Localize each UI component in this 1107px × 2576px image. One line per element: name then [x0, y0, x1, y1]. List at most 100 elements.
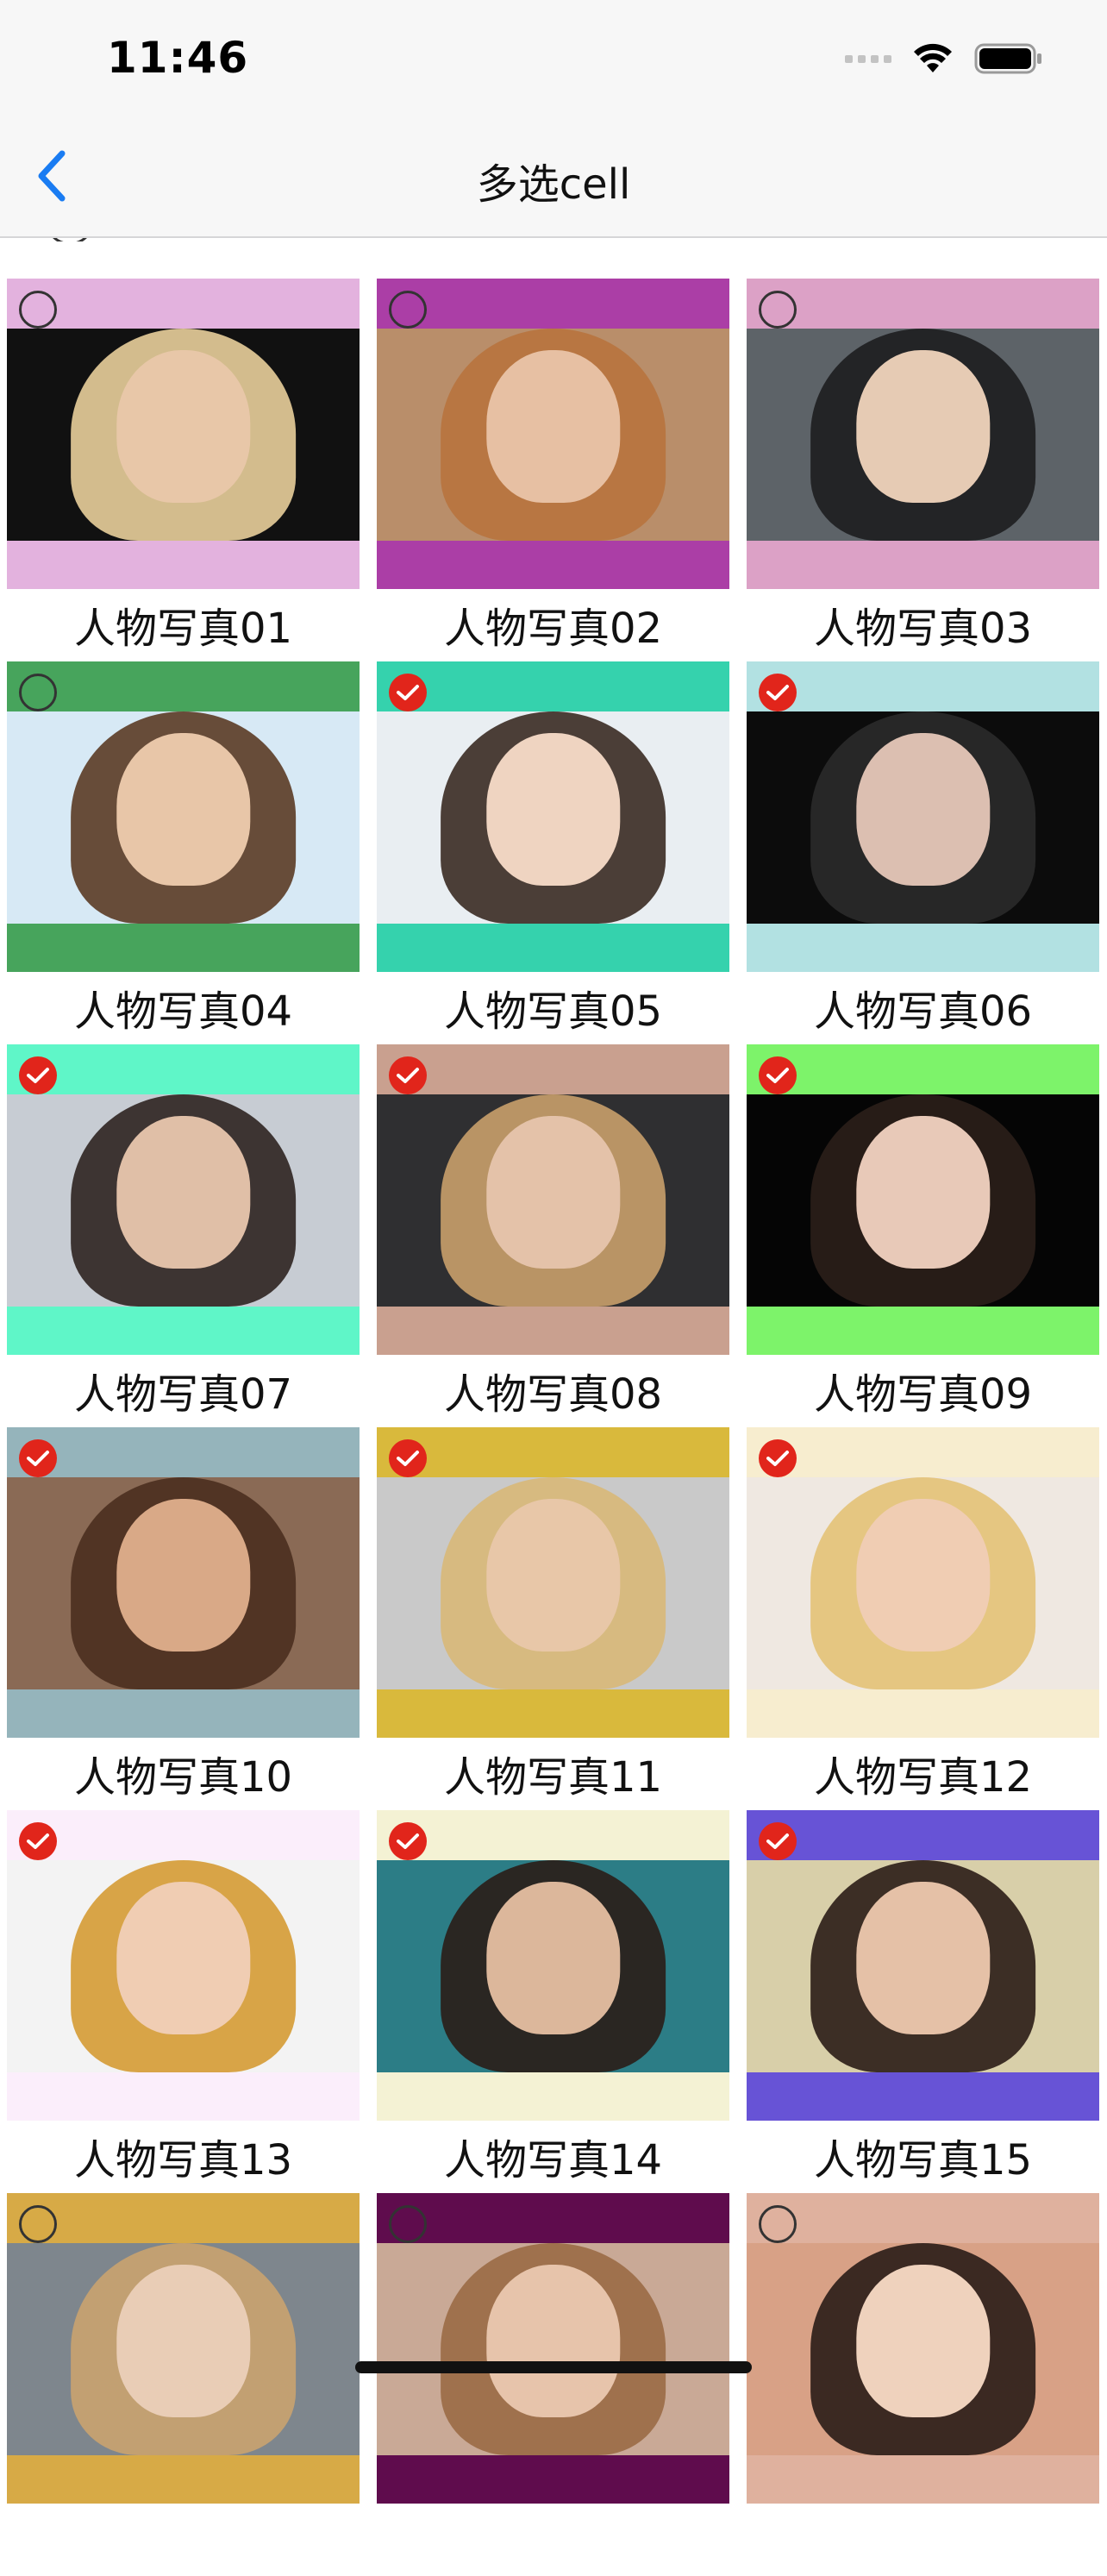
checkmark-selected-icon[interactable] [759, 1056, 797, 1094]
unselected-circle-icon[interactable] [19, 291, 57, 329]
photo-cell[interactable]: 人物写真08 [377, 1044, 729, 1427]
photo-caption: 人物写真14 [443, 2136, 663, 2184]
photo-card[interactable] [377, 1427, 729, 1738]
photo-card[interactable] [7, 1044, 360, 1355]
portrait-image [7, 329, 360, 541]
photo-card[interactable] [377, 1810, 729, 2121]
wifi-icon [912, 43, 954, 74]
check-icon [766, 1451, 789, 1466]
photo-card[interactable] [377, 2193, 729, 2504]
photo-cell[interactable]: 人物写真13 [7, 1810, 360, 2193]
check-icon [397, 1068, 419, 1083]
portrait-face [116, 1115, 251, 1269]
photo-cell[interactable]: 人物写真10 [7, 1427, 360, 1810]
unselected-circle-icon[interactable] [19, 2205, 57, 2243]
checkmark-selected-icon[interactable] [19, 1056, 57, 1094]
checkmark-selected-icon[interactable] [389, 1056, 427, 1094]
portrait-image [377, 1094, 729, 1307]
portrait-face [855, 349, 991, 503]
photo-caption: 人物写真01 [73, 605, 293, 653]
portrait-face [116, 2264, 251, 2417]
photo-card[interactable] [7, 1427, 360, 1738]
photo-caption: 人物写真02 [443, 605, 663, 653]
portrait-image [7, 1477, 360, 1689]
checkmark-selected-icon[interactable] [19, 1822, 57, 1860]
check-icon [766, 1068, 789, 1083]
checkmark-selected-icon[interactable] [389, 674, 427, 711]
portrait-image [747, 1477, 1099, 1689]
portrait-face [485, 1881, 621, 2034]
photo-cell[interactable]: 人物写真07 [7, 1044, 360, 1427]
photo-card[interactable] [747, 279, 1099, 589]
unselected-circle-icon[interactable] [759, 291, 797, 329]
portrait-face [485, 732, 621, 886]
photo-cell[interactable]: 人物写真15 [747, 1810, 1099, 2193]
photo-card[interactable] [747, 2193, 1099, 2504]
portrait-image [7, 1094, 360, 1307]
check-icon [766, 685, 789, 700]
photo-cell[interactable]: 人物写真02 [377, 279, 729, 661]
photo-card[interactable] [7, 279, 360, 589]
portrait-image [747, 1860, 1099, 2072]
photo-card[interactable] [7, 661, 360, 972]
photo-card[interactable] [7, 1810, 360, 2121]
photo-cell[interactable]: 人物写真04 [7, 661, 360, 1044]
unselected-circle-icon[interactable] [389, 291, 427, 329]
photo-caption: 人物写真08 [443, 1370, 663, 1419]
portrait-image [747, 329, 1099, 541]
photo-caption: 人物写真15 [813, 2136, 1033, 2184]
portrait-image [377, 2243, 729, 2455]
portrait-face [116, 1498, 251, 1652]
home-indicator [355, 2361, 752, 2373]
checkmark-selected-icon[interactable] [759, 674, 797, 711]
checkmark-selected-icon[interactable] [19, 1439, 57, 1477]
portrait-image [7, 711, 360, 924]
photo-card[interactable] [7, 2193, 360, 2504]
photo-cell[interactable]: 人物写真14 [377, 1810, 729, 2193]
checkmark-selected-icon[interactable] [389, 1439, 427, 1477]
photo-caption: 人物写真07 [73, 1370, 293, 1419]
portrait-image [747, 711, 1099, 924]
photo-card[interactable] [747, 1427, 1099, 1738]
photo-caption: 人物写真13 [73, 2136, 293, 2184]
checkmark-selected-icon[interactable] [759, 1439, 797, 1477]
unselected-circle-icon[interactable] [19, 674, 57, 711]
checkmark-selected-icon[interactable] [759, 1822, 797, 1860]
photo-caption: 人物写真06 [813, 987, 1033, 1036]
photo-cell[interactable]: 人物写真01 [7, 279, 360, 661]
top-bar: 11:46 多选cell [0, 0, 1107, 238]
photo-cell[interactable]: 人物写真05 [377, 661, 729, 1044]
portrait-face [855, 2264, 991, 2417]
cellular-signal-icon [845, 54, 891, 63]
check-icon [27, 1833, 49, 1849]
photo-card[interactable] [747, 1044, 1099, 1355]
photo-card[interactable] [377, 1044, 729, 1355]
portrait-image [377, 711, 729, 924]
page-title: 多选cell [476, 160, 631, 209]
portrait-face [485, 1498, 621, 1652]
unselected-circle-icon[interactable] [759, 2205, 797, 2243]
photo-card[interactable] [377, 279, 729, 589]
photo-cell[interactable] [747, 2193, 1099, 2576]
portrait-image [377, 1860, 729, 2072]
status-icons [845, 43, 1043, 74]
unselected-circle-icon[interactable] [389, 2205, 427, 2243]
photo-cell[interactable] [7, 2193, 360, 2576]
portrait-face [855, 1498, 991, 1652]
portrait-face [485, 2264, 621, 2417]
checkmark-selected-icon[interactable] [389, 1822, 427, 1860]
battery-icon [974, 43, 1043, 74]
photo-card[interactable] [747, 661, 1099, 972]
portrait-face [855, 1115, 991, 1269]
check-icon [397, 1833, 419, 1849]
photo-cell[interactable]: 人物写真12 [747, 1427, 1099, 1810]
photo-card[interactable] [377, 661, 729, 972]
photo-cell[interactable]: 人物写真03 [747, 279, 1099, 661]
check-icon [27, 1451, 49, 1466]
photo-cell[interactable]: 人物写真09 [747, 1044, 1099, 1427]
photo-caption: 人物写真04 [73, 987, 293, 1036]
photo-cell[interactable]: 人物写真06 [747, 661, 1099, 1044]
photo-cell[interactable]: 人物写真11 [377, 1427, 729, 1810]
photo-card[interactable] [747, 1810, 1099, 2121]
photo-cell[interactable] [377, 2193, 729, 2576]
